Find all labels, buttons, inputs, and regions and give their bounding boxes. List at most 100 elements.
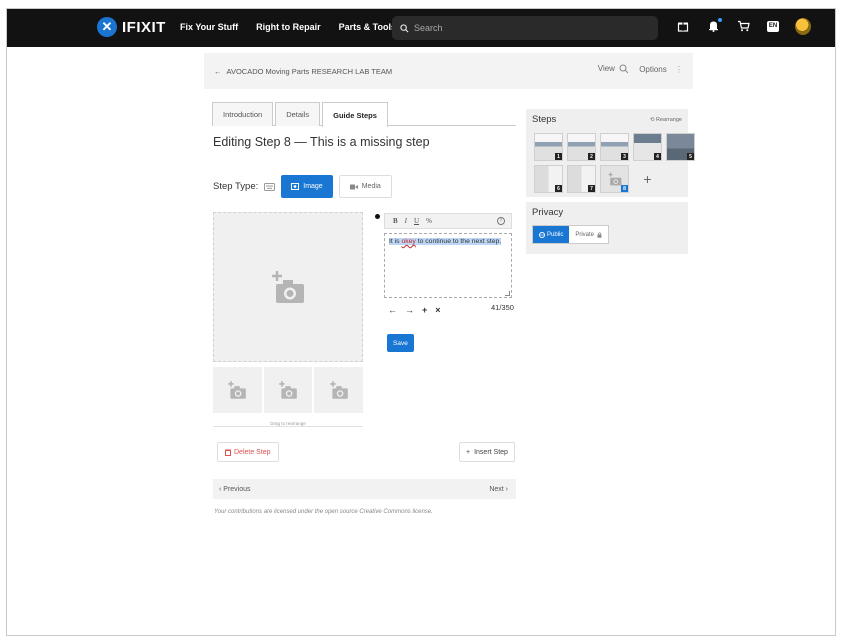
character-count: 41/350 <box>491 303 514 312</box>
step-thumbnail[interactable]: 4 <box>633 133 662 161</box>
steps-panel-title: Steps <box>532 114 557 125</box>
nav-link-parts-and-tools[interactable]: Parts & Tools <box>339 22 396 32</box>
video-camera-icon <box>349 184 358 189</box>
add-photo-icon <box>279 381 297 399</box>
remove-bullet-button[interactable]: × <box>435 305 440 315</box>
rearrange-label: Rearrange <box>656 117 682 123</box>
rearrange-button[interactable]: ⟲ Rearrange <box>650 117 682 123</box>
insert-step-button[interactable]: + Insert Step <box>459 442 515 462</box>
view-button[interactable]: View <box>598 64 629 74</box>
search-icon <box>400 23 409 33</box>
language-icon[interactable]: EN <box>765 18 781 34</box>
image-type-button[interactable]: Image <box>281 175 333 198</box>
add-bullet-button[interactable]: + <box>422 305 427 315</box>
insert-step-label: Insert Step <box>474 448 508 456</box>
bullet-list-controls: ← → + × <box>388 305 441 315</box>
add-photo-icon <box>329 381 348 399</box>
delete-step-button[interactable]: Delete Step <box>217 442 279 462</box>
privacy-panel: Privacy Public Private <box>526 202 688 254</box>
step-thumbnail[interactable]: 3 <box>600 133 629 161</box>
bullet-color-picker[interactable] <box>375 214 380 219</box>
back-arrow-icon[interactable]: ← <box>214 67 222 76</box>
misspelt-word: okey <box>401 238 416 245</box>
private-option[interactable]: Private <box>569 226 608 243</box>
tab-details[interactable]: Details <box>275 102 321 126</box>
step-thumbnail-current[interactable]: 8 <box>600 165 629 193</box>
breadcrumb[interactable]: ← AVOCADO Moving Parts RESEARCH LAB TEAM <box>214 67 392 76</box>
bold-button[interactable]: B <box>393 217 398 225</box>
avatar <box>795 17 811 35</box>
image-thumbnail-row <box>213 367 364 427</box>
step-pager: ‹ Previous Next › <box>213 479 516 499</box>
image-slot[interactable] <box>314 367 364 413</box>
step-thumbnail[interactable]: 7 <box>567 165 596 193</box>
user-avatar-icon[interactable] <box>795 17 811 35</box>
notification-dot <box>718 18 722 22</box>
step-number: 7 <box>588 185 595 192</box>
notification-bell-icon[interactable] <box>705 18 722 34</box>
italic-button[interactable]: I <box>405 217 407 225</box>
image-type-label: Image <box>303 183 323 190</box>
options-label: Options <box>639 64 667 74</box>
add-step-button[interactable]: + <box>633 165 662 193</box>
delete-step-label: Delete Step <box>234 448 271 456</box>
trash-icon <box>225 449 231 456</box>
editor-tabs: Introduction Details Guide Steps <box>212 102 516 127</box>
step-thumbnail[interactable]: 2 <box>567 133 596 161</box>
plus-icon: + <box>466 448 471 456</box>
step-number: 6 <box>555 185 562 192</box>
guide-title[interactable]: AVOCADO Moving Parts RESEARCH LAB TEAM <box>227 67 393 76</box>
step-thumbnail[interactable]: 1 <box>534 133 563 161</box>
step-number: 8 <box>621 185 628 192</box>
step-thumbnail[interactable]: 6 <box>534 165 563 193</box>
image-icon <box>291 183 300 190</box>
media-type-button[interactable]: Media <box>338 175 392 198</box>
step-number: 4 <box>654 153 661 160</box>
privacy-toggle: Public Private <box>532 225 610 244</box>
kebab-menu-icon: ⋮ <box>675 64 683 74</box>
public-option[interactable]: Public <box>533 226 570 243</box>
underline-button[interactable]: U <box>414 217 419 225</box>
privacy-panel-title: Privacy <box>532 207 564 218</box>
previous-step-button[interactable]: ‹ Previous <box>219 486 251 493</box>
save-button[interactable]: Save <box>387 334 414 352</box>
public-label: Public <box>547 231 564 238</box>
media-type-label: Media <box>361 183 381 190</box>
gift-box-icon[interactable] <box>675 18 691 34</box>
step-number: 5 <box>687 153 694 160</box>
globe-icon <box>539 231 545 238</box>
step-number: 3 <box>621 153 628 160</box>
drag-rearrange-note: Drag to rearrange <box>270 421 306 426</box>
help-icon[interactable]: ? <box>497 217 505 225</box>
link-button[interactable]: % <box>426 217 432 225</box>
search-input[interactable] <box>414 23 634 33</box>
view-label: View <box>597 64 615 74</box>
top-navigation: ✕ IFIXIT Fix Your Stuff Right to Repair … <box>7 9 835 47</box>
text-before: It is <box>389 238 402 245</box>
nav-link-fix-your-stuff[interactable]: Fix Your Stuff <box>180 22 238 32</box>
next-step-button[interactable]: Next › <box>489 486 508 493</box>
image-slot[interactable] <box>213 367 262 413</box>
logo-text: IFIXIT <box>122 18 166 36</box>
resize-handle[interactable] <box>505 291 510 296</box>
keyboard-icon <box>264 182 276 191</box>
indent-button[interactable]: → <box>405 305 414 315</box>
tab-introduction[interactable]: Introduction <box>212 102 274 126</box>
outdent-button[interactable]: ← <box>388 305 397 315</box>
main-image-dropzone[interactable] <box>213 212 363 362</box>
step-thumbnail[interactable]: 5 <box>666 133 695 161</box>
guide-header-bar: ← AVOCADO Moving Parts RESEARCH LAB TEAM… <box>204 53 693 89</box>
view-search-icon <box>619 64 629 74</box>
private-label: Private <box>575 231 595 238</box>
image-slot[interactable] <box>263 367 313 413</box>
options-button[interactable]: Options ⋮ <box>639 65 683 74</box>
text-after: to continue to the next step. <box>415 238 502 245</box>
ifixit-logo[interactable]: ✕ IFIXIT <box>97 17 166 37</box>
step-text-input[interactable]: It is okey to continue to the next step. <box>384 233 512 298</box>
step-thumbnail-grid: 1 2 3 4 5 6 7 8 + <box>534 133 695 193</box>
tab-guide-steps[interactable]: Guide Steps <box>322 102 388 127</box>
steps-panel: Steps ⟲ Rearrange 1 2 3 4 5 6 7 8 + <box>526 109 695 197</box>
nav-link-right-to-repair[interactable]: Right to Repair <box>256 22 321 32</box>
shopping-cart-icon[interactable] <box>735 18 751 34</box>
search-bar[interactable] <box>392 16 658 40</box>
